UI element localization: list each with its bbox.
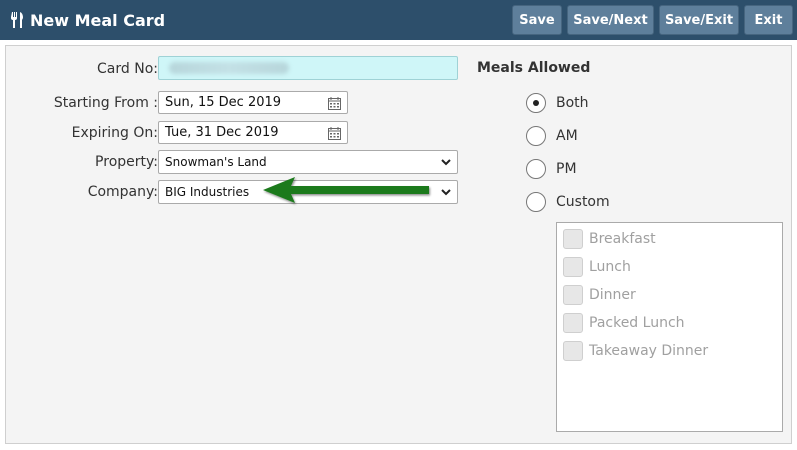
expiring-on-value: Tue, 31 Dec 2019 [165,125,279,140]
checkbox-breakfast[interactable] [563,229,583,249]
arrow-annotation [263,177,429,203]
chevron-down-icon [441,189,451,196]
starting-from-value: Sun, 15 Dec 2019 [165,95,282,110]
expiring-on-label: Expiring On: [71,125,158,141]
meal-icon [11,12,23,28]
radio-am-label: AM [556,128,578,144]
checkbox-packed-lunch[interactable] [563,313,583,333]
meal-card-form: Card No: Starting From : Sun, 15 Dec 201… [5,45,792,444]
radio-custom[interactable] [526,192,546,212]
checkbox-takeaway-dinner[interactable] [563,341,583,361]
checkbox-dinner[interactable] [563,285,583,305]
exit-button[interactable]: Exit [744,5,793,35]
calendar-icon[interactable] [328,127,341,140]
radio-pm[interactable] [526,159,546,179]
chevron-down-icon [441,159,451,166]
checkbox-takeaway-dinner-label: Takeaway Dinner [589,343,709,359]
company-label: Company: [87,184,158,200]
page-title-text: New Meal Card [30,10,166,30]
starting-from-input[interactable]: Sun, 15 Dec 2019 [158,91,348,114]
page-title: New Meal Card [10,9,165,31]
property-select[interactable]: Snowman's Land [158,150,458,174]
save-exit-button[interactable]: Save/Exit [659,5,739,35]
starting-from-label: Starting From : [53,95,158,111]
expiring-on-input[interactable]: Tue, 31 Dec 2019 [158,121,348,144]
checkbox-packed-lunch-label: Packed Lunch [589,315,685,331]
card-no-label: Card No: [97,61,158,77]
save-button[interactable]: Save [512,5,562,35]
custom-meals-list: Breakfast Lunch Dinner Packed Lunch Take… [556,222,783,432]
property-label: Property: [95,154,158,170]
meals-allowed-title: Meals Allowed [477,60,591,76]
property-value: Snowman's Land [165,155,267,169]
checkbox-lunch-label: Lunch [589,259,631,275]
card-no-input[interactable] [158,56,458,80]
checkbox-breakfast-label: Breakfast [589,231,656,247]
header-bar: New Meal Card Save Save/Next Save/Exit E… [0,0,797,40]
radio-pm-label: PM [556,161,577,177]
radio-am[interactable] [526,126,546,146]
checkbox-lunch[interactable] [563,257,583,277]
checkbox-dinner-label: Dinner [589,287,636,303]
redacted-card-number [169,62,289,74]
company-value: BIG Industries [165,185,250,199]
save-next-button[interactable]: Save/Next [567,5,654,35]
radio-both[interactable] [526,93,546,113]
radio-custom-label: Custom [556,194,610,210]
radio-both-label: Both [556,95,589,111]
calendar-icon[interactable] [328,97,341,110]
